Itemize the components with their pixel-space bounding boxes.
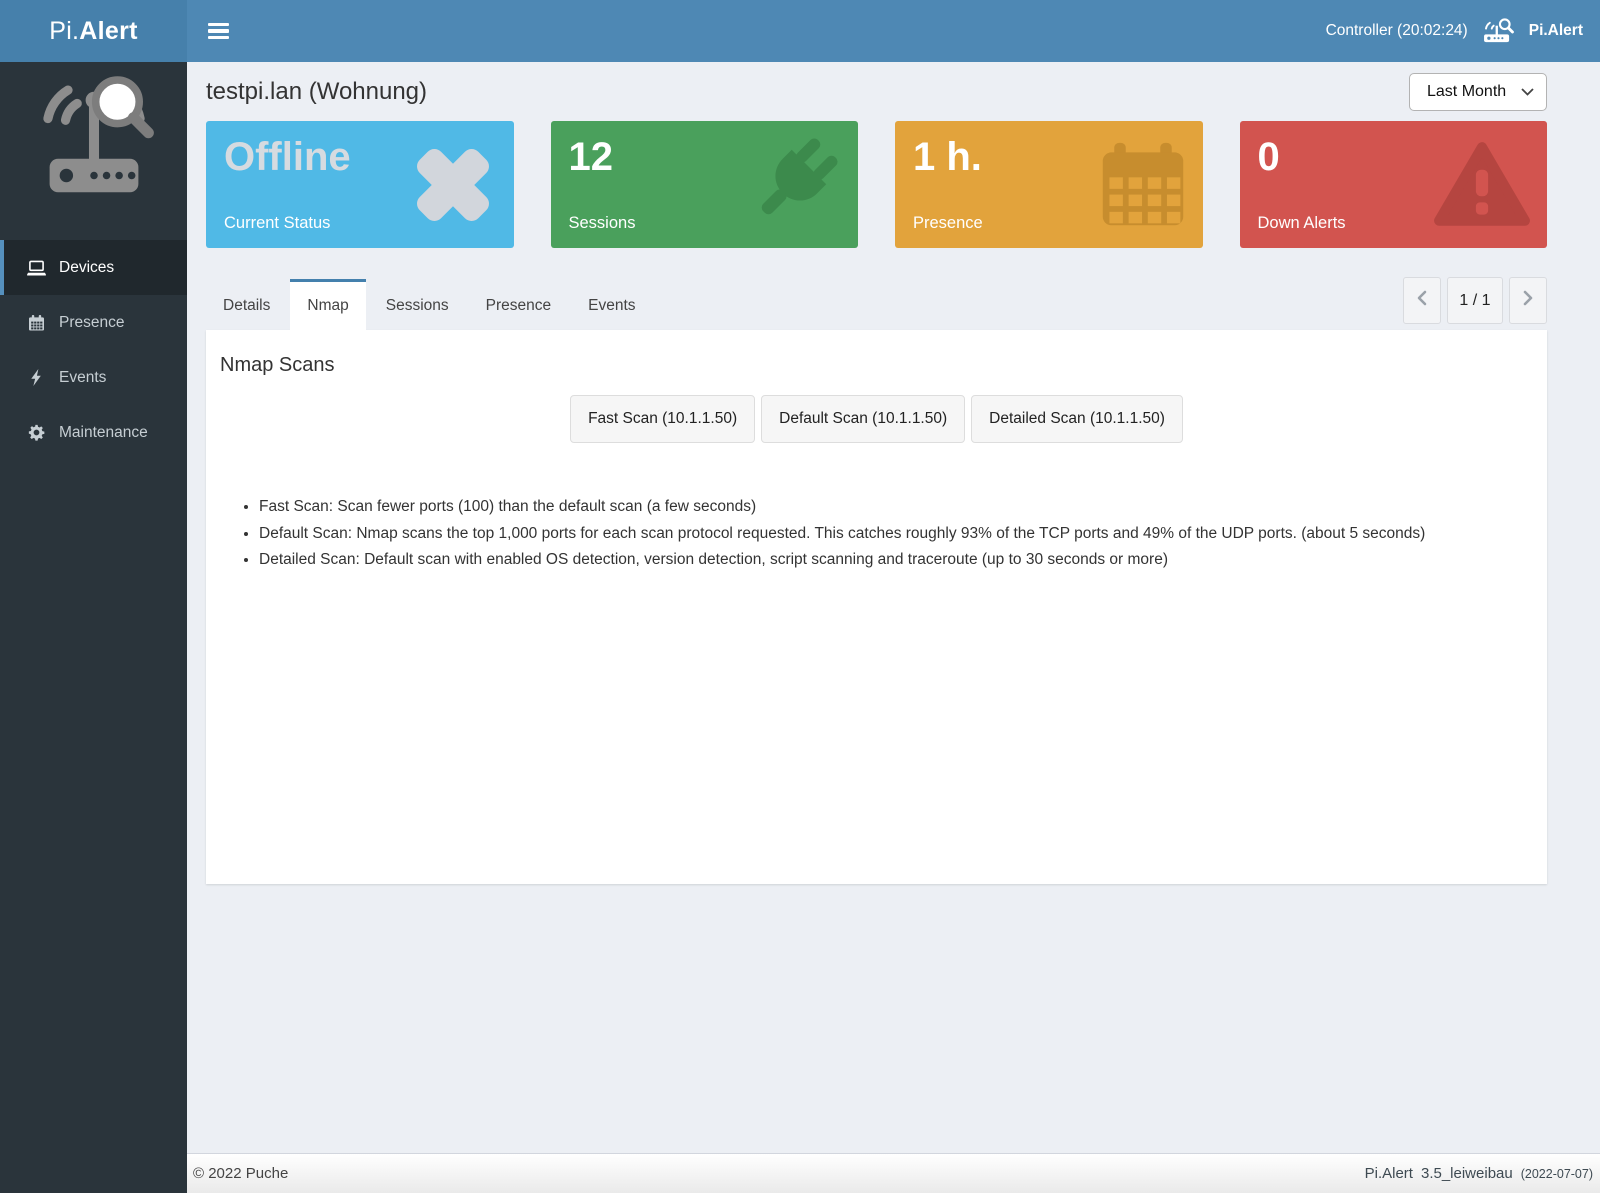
status-card-sessions[interactable]: 12 Sessions [550, 121, 858, 248]
pialert-logo-image [0, 62, 187, 209]
footer-date: (2022-07-07) [1520, 1167, 1593, 1181]
default-scan-button[interactable]: Default Scan (10.1.1.50) [761, 395, 966, 443]
footer-copyright: © 2022 Puche [193, 1165, 289, 1182]
footer-brand: Pi.Alert [1364, 1165, 1413, 1182]
prev-page-button[interactable] [1403, 277, 1441, 324]
laptop-icon [26, 260, 46, 276]
footer: © 2022 Puche Pi.Alert 3.5_leiweibau (202… [187, 1153, 1600, 1193]
chevron-left-icon [1417, 290, 1427, 311]
period-select[interactable]: Last Month [1409, 73, 1547, 111]
sidebar-item-maintenance[interactable]: Maintenance [0, 405, 187, 460]
app-logo[interactable]: Pi.Alert [0, 0, 187, 62]
tab-presence[interactable]: Presence [469, 279, 568, 330]
plug-icon [738, 132, 844, 238]
chevron-right-icon [1523, 290, 1533, 311]
footer-version-info: Pi.Alert 3.5_leiweibau (2022-07-07) [1365, 1165, 1593, 1182]
scan-note: Default Scan: Nmap scans the top 1,000 p… [259, 524, 1533, 543]
calendar-icon [26, 314, 46, 331]
warning-icon [1431, 139, 1533, 231]
navbar: Controller (20:02:24) Pi.Alert [187, 0, 1600, 62]
panel-heading: Nmap Scans [220, 354, 335, 376]
router-icon[interactable] [1481, 18, 1516, 44]
detailed-scan-button[interactable]: Detailed Scan (10.1.1.50) [971, 395, 1183, 443]
sidebar-item-label: Events [59, 368, 107, 386]
sidebar-item-presence[interactable]: Presence [0, 295, 187, 350]
sidebar-item-label: Presence [59, 313, 125, 331]
status-cards: Offline Current Status 12 Sessions 1 h. … [206, 121, 1547, 248]
page-indicator: 1 / 1 [1447, 277, 1503, 324]
tab-nmap[interactable]: Nmap [290, 279, 366, 330]
hamburger-icon [208, 22, 229, 40]
sidebar-toggle-button[interactable] [187, 20, 229, 43]
device-pager: 1 / 1 [1403, 277, 1547, 324]
sidebar: Devices Presence Events Maintenance [0, 62, 187, 1193]
card-label: Sessions [568, 214, 636, 232]
scan-notes: Fast Scan: Scan fewer ports (100) than t… [233, 497, 1533, 569]
bolt-icon [26, 369, 46, 386]
gear-icon [26, 424, 46, 441]
sidebar-menu: Devices Presence Events Maintenance [0, 240, 187, 460]
period-select-value: Last Month [1427, 83, 1507, 100]
scan-note: Fast Scan: Scan fewer ports (100) than t… [259, 497, 1533, 516]
navbar-right: Controller (20:02:24) Pi.Alert [1326, 18, 1583, 44]
top-bar: Pi.Alert Controller (20:02:24) Pi.Alert [0, 0, 1600, 62]
card-label: Current Status [224, 214, 331, 232]
card-label: Presence [913, 214, 983, 232]
controller-status[interactable]: Controller (20:02:24) [1326, 22, 1468, 40]
main-content: testpi.lan (Wohnung) Last Month Offline … [187, 62, 1600, 1153]
tab-events[interactable]: Events [571, 279, 652, 330]
fast-scan-button[interactable]: Fast Scan (10.1.1.50) [570, 395, 756, 443]
status-card-current-status[interactable]: Offline Current Status [206, 121, 514, 248]
page-title: testpi.lan (Wohnung) [206, 78, 428, 105]
tab-sessions[interactable]: Sessions [369, 279, 466, 330]
brand-link[interactable]: Pi.Alert [1529, 22, 1583, 40]
footer-version: 3.5_leiweibau [1420, 1165, 1513, 1182]
sidebar-item-label: Maintenance [59, 423, 148, 441]
app-logo-text: Pi.Alert [49, 16, 138, 45]
sidebar-item-devices[interactable]: Devices [0, 240, 187, 295]
calendar-icon [1097, 139, 1189, 231]
tab-details[interactable]: Details [206, 279, 287, 330]
scan-note: Detailed Scan: Default scan with enabled… [259, 550, 1533, 569]
status-card-presence[interactable]: 1 h. Presence [895, 121, 1203, 248]
device-tabs: Details Nmap Sessions Presence Events [206, 279, 656, 330]
sidebar-item-events[interactable]: Events [0, 350, 187, 405]
nmap-panel: Nmap Scans Fast Scan (10.1.1.50) Default… [206, 330, 1547, 884]
x-mark-icon [406, 138, 500, 232]
card-label: Down Alerts [1257, 214, 1346, 232]
chevron-down-icon [1521, 83, 1534, 101]
sidebar-item-label: Devices [59, 258, 115, 276]
next-page-button[interactable] [1509, 277, 1547, 324]
status-card-down-alerts[interactable]: 0 Down Alerts [1239, 121, 1547, 248]
